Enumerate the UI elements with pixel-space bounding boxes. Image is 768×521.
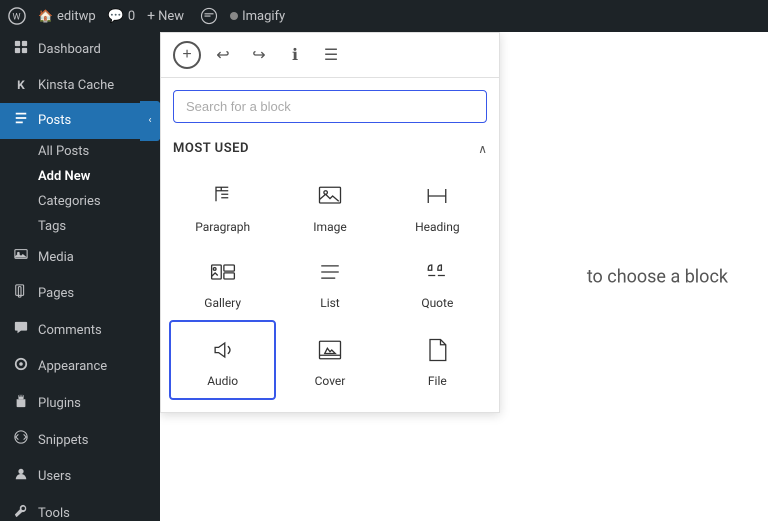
plus-icon: + (147, 8, 155, 24)
block-item-audio[interactable]: Audio (169, 320, 276, 400)
sidebar-item-snippets[interactable]: Snippets (0, 422, 160, 459)
block-item-paragraph[interactable]: Paragraph (169, 168, 276, 244)
sidebar-item-posts[interactable]: Posts ‹ (0, 103, 160, 140)
audio-label: Audio (207, 374, 238, 388)
media-icon (12, 247, 30, 268)
section-header-most-used: Most Used ∧ (161, 135, 499, 164)
site-name[interactable]: 🏠 editwp (38, 9, 96, 24)
heading-icon (423, 182, 451, 214)
tools-icon (12, 504, 30, 521)
block-inserter-panel: + ↩ ↪ ℹ ☰ Most Used ∧ (160, 32, 500, 413)
sidebar-collapse-arrow[interactable]: ‹ (140, 101, 160, 141)
cover-label: Cover (315, 374, 346, 388)
list-label: List (320, 296, 340, 310)
block-item-image[interactable]: Image (276, 168, 383, 244)
posts-icon (12, 111, 30, 132)
block-item-cover[interactable]: Cover (276, 320, 383, 400)
quote-label: Quote (421, 296, 453, 310)
comments-link[interactable]: 💬 0 (108, 9, 136, 24)
admin-bar: W 🏠 editwp 💬 0 + New Imagify (0, 0, 768, 32)
plugins-icon (12, 394, 30, 415)
block-item-heading[interactable]: Heading (384, 168, 491, 244)
sidebar-item-plugins[interactable]: Plugins (0, 386, 160, 423)
redo-button[interactable]: ↪ (245, 41, 273, 69)
image-label: Image (313, 220, 346, 234)
heading-label: Heading (415, 220, 460, 234)
comments-icon (12, 321, 30, 342)
blocks-grid: Paragraph Image (161, 164, 499, 412)
info-button[interactable]: ℹ (281, 41, 309, 69)
imagify-dot (230, 12, 238, 20)
menu-button[interactable]: ☰ (317, 41, 345, 69)
list-icon (316, 258, 344, 290)
file-label: File (428, 374, 447, 388)
sidebar-item-appearance-label: Appearance (38, 358, 107, 376)
sidebar-item-tools[interactable]: Tools (0, 496, 160, 521)
sidebar-item-pages[interactable]: Pages (0, 276, 160, 313)
snippets-icon (12, 430, 30, 451)
appearance-icon (12, 357, 30, 378)
sidebar-item-kinsta-cache[interactable]: K Kinsta Cache (0, 69, 160, 103)
sidebar-item-posts-label: Posts (38, 112, 71, 130)
cover-icon (316, 336, 344, 368)
quote-icon (423, 258, 451, 290)
dashboard-icon (12, 40, 30, 61)
sidebar-item-snippets-label: Snippets (38, 432, 89, 450)
sidebar-item-media[interactable]: Media (0, 239, 160, 276)
file-icon (423, 336, 451, 368)
sidebar: Dashboard K Kinsta Cache Posts ‹ All Pos… (0, 32, 160, 521)
choose-block-hint: to choose a block (587, 266, 728, 287)
audio-icon (209, 336, 237, 368)
sidebar-sub-add-new[interactable]: Add New (0, 164, 160, 189)
paragraph-icon (209, 182, 237, 214)
sidebar-item-dashboard[interactable]: Dashboard (0, 32, 160, 69)
sidebar-item-comments-label: Comments (38, 322, 102, 340)
section-collapse-button[interactable]: ∧ (478, 142, 487, 156)
block-item-gallery[interactable]: Gallery (169, 244, 276, 320)
search-input[interactable] (173, 90, 487, 123)
sidebar-item-users[interactable]: Users (0, 459, 160, 496)
section-title: Most Used (173, 141, 249, 156)
sidebar-item-media-label: Media (38, 249, 74, 267)
new-content-link[interactable]: + New (147, 8, 184, 24)
paragraph-label: Paragraph (195, 220, 250, 234)
sidebar-sub-all-posts[interactable]: All Posts (0, 139, 160, 164)
sidebar-item-pages-label: Pages (38, 285, 74, 303)
users-icon (12, 467, 30, 488)
sidebar-item-tools-label: Tools (38, 505, 70, 521)
sidebar-item-users-label: Users (38, 468, 71, 486)
block-item-file[interactable]: File (384, 320, 491, 400)
kinsta-icon: K (12, 77, 30, 94)
gallery-icon (209, 258, 237, 290)
sidebar-item-plugins-label: Plugins (38, 395, 81, 413)
svg-text:W: W (13, 13, 21, 23)
sidebar-menu: Dashboard K Kinsta Cache Posts ‹ All Pos… (0, 32, 160, 521)
woo-icon[interactable] (200, 7, 218, 25)
add-block-button[interactable]: + (173, 41, 201, 69)
sidebar-sub-categories[interactable]: Categories (0, 189, 160, 214)
wp-logo[interactable]: W (8, 7, 26, 25)
main-layout: Dashboard K Kinsta Cache Posts ‹ All Pos… (0, 32, 768, 521)
search-wrapper (161, 78, 499, 135)
sidebar-item-dashboard-label: Dashboard (38, 41, 101, 59)
sidebar-item-appearance[interactable]: Appearance (0, 349, 160, 386)
sidebar-item-comments[interactable]: Comments (0, 313, 160, 350)
block-item-quote[interactable]: Quote (384, 244, 491, 320)
pages-icon (12, 284, 30, 305)
sidebar-item-kinsta-label: Kinsta Cache (38, 77, 114, 95)
undo-button[interactable]: ↩ (209, 41, 237, 69)
image-icon (316, 182, 344, 214)
block-item-list[interactable]: List (276, 244, 383, 320)
gallery-label: Gallery (204, 296, 241, 310)
imagify-link[interactable]: Imagify (230, 9, 285, 24)
sidebar-sub-tags[interactable]: Tags (0, 214, 160, 239)
content-area: + ↩ ↪ ℹ ☰ Most Used ∧ (160, 32, 768, 521)
inserter-toolbar: + ↩ ↪ ℹ ☰ (161, 33, 499, 78)
